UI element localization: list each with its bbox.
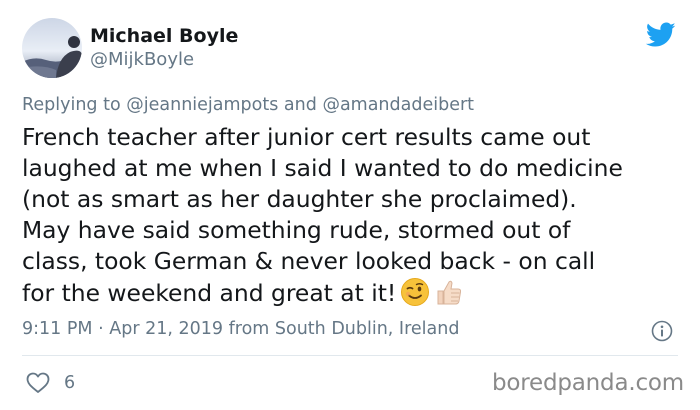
tweet-text-line: (not as smart as her daughter she procla…	[22, 185, 577, 213]
reply-mention-jeanniejampots[interactable]: @jeanniejampots	[126, 95, 278, 115]
tweet-text-line: for the weekend and great at it!	[22, 279, 397, 307]
display-name[interactable]: Michael Boyle	[90, 24, 238, 48]
like-count: 6	[64, 373, 76, 393]
tweet-text-line: French teacher after junior cert results…	[22, 123, 591, 151]
tweet-text-line: May have said something rude, stormed ou…	[22, 216, 571, 244]
winking-face-emoji	[400, 277, 430, 307]
user-handle[interactable]: @MijkBoyle	[90, 48, 238, 72]
heart-icon[interactable]	[26, 372, 50, 394]
tweet-card: Michael Boyle @MijkBoyle Replying to @je…	[0, 0, 700, 410]
reply-prefix: Replying to	[22, 95, 121, 115]
meta-separator: ·	[98, 319, 104, 339]
reply-context: Replying to @jeanniejampots and @amandad…	[22, 95, 474, 115]
info-icon[interactable]	[651, 320, 673, 342]
tweet-date[interactable]: Apr 21, 2019	[109, 319, 223, 339]
tweet-time[interactable]: 9:11 PM	[22, 319, 93, 339]
twitter-bird-icon[interactable]	[645, 22, 676, 48]
divider	[22, 355, 678, 356]
watermark: boredpanda.com	[492, 370, 684, 396]
reply-conjunction: and	[283, 95, 317, 115]
thumbs-up-emoji	[434, 277, 464, 307]
tweet-text: French teacher after junior cert results…	[22, 122, 687, 309]
user-info: Michael Boyle @MijkBoyle	[90, 24, 238, 72]
tweet-header: Michael Boyle @MijkBoyle	[22, 18, 238, 78]
tweet-location: from South Dublin, Ireland	[228, 319, 460, 339]
tweet-text-line: class, took German & never looked back -…	[22, 247, 596, 275]
tweet-text-last-line: for the weekend and great at it!	[22, 277, 687, 309]
tweet-text-line: laughed at me when I said I wanted to do…	[22, 154, 623, 182]
avatar[interactable]	[22, 18, 82, 78]
like-action[interactable]: 6	[26, 370, 75, 396]
tweet-meta: 9:11 PM · Apr 21, 2019 from South Dublin…	[22, 319, 459, 339]
reply-mention-amandadeibert[interactable]: @amandadeibert	[322, 95, 474, 115]
